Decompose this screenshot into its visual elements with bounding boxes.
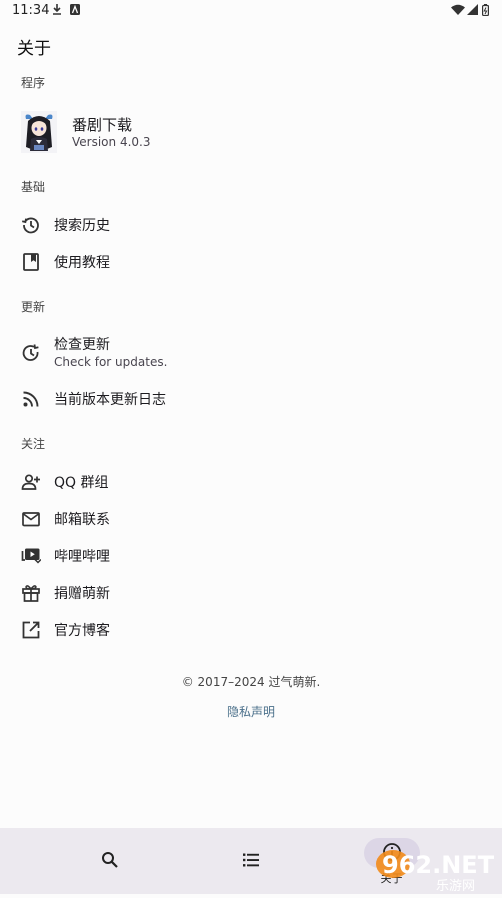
watermark-text: 962.NET (382, 851, 495, 879)
status-bar: 11:34 (0, 0, 502, 22)
page-title: 关于 (17, 39, 51, 59)
copyright-text: © 2017–2024 过气萌新. (181, 675, 321, 689)
donate-label: 捐赠萌新 (54, 586, 110, 602)
video-icon (21, 548, 41, 564)
changelog-label: 当前版本更新日志 (54, 392, 166, 408)
open-external-icon (22, 621, 40, 639)
app-version: Version 4.0.3 (72, 135, 151, 149)
bilibili-item[interactable]: 哔哩哔哩 (0, 537, 502, 573)
check-update-item[interactable]: 检查更新 Check for updates. (0, 334, 502, 370)
history-icon (21, 217, 39, 234)
check-update-subtitle: Check for updates. (54, 355, 168, 369)
notification-a-icon (70, 4, 80, 15)
app-name: 番剧下载 (72, 116, 133, 134)
rss-icon (23, 391, 39, 407)
privacy-link[interactable]: 隐私声明 (0, 703, 502, 720)
bookmark-icon (23, 253, 39, 271)
battery-icon (482, 4, 489, 16)
qq-group-item[interactable]: QQ 群组 (0, 463, 502, 499)
section-label-update: 更新 (21, 300, 46, 314)
app-info-row[interactable]: 番剧下载 Version 4.0.3 (0, 106, 502, 158)
person-add-icon (21, 474, 40, 490)
tutorial-label: 使用教程 (54, 255, 110, 271)
status-time: 11:34 (12, 3, 50, 18)
watermark-logo: 962.NET 乐游网 (376, 850, 495, 894)
tutorial-item[interactable]: 使用教程 (0, 243, 502, 279)
section-label-program: 程序 (21, 76, 46, 90)
section-label-basic: 基础 (21, 180, 46, 194)
mail-icon (22, 512, 40, 527)
wifi-icon (451, 4, 465, 15)
download-icon (53, 4, 61, 15)
check-update-label: 检查更新 (54, 337, 110, 353)
email-label: 邮箱联系 (54, 512, 110, 528)
gift-icon (22, 585, 40, 602)
bilibili-label: 哔哩哔哩 (54, 549, 110, 565)
search-history-item[interactable]: 搜索历史 (0, 206, 502, 242)
site-watermark: 962.NET 乐游网 (370, 846, 502, 894)
signal-icon (467, 4, 478, 15)
update-icon (22, 344, 39, 361)
watermark-subtext: 乐游网 (436, 879, 475, 894)
search-icon (101, 852, 118, 868)
email-item[interactable]: 邮箱联系 (0, 500, 502, 536)
list-icon (242, 853, 259, 867)
qq-group-label: QQ 群组 (54, 475, 109, 491)
changelog-item[interactable]: 当前版本更新日志 (0, 380, 502, 416)
blog-item[interactable]: 官方博客 (0, 611, 502, 647)
search-history-label: 搜索历史 (54, 218, 110, 234)
app-avatar (21, 111, 57, 153)
donate-item[interactable]: 捐赠萌新 (0, 574, 502, 610)
blog-label: 官方博客 (54, 623, 110, 639)
section-label-follow: 关注 (21, 437, 46, 451)
